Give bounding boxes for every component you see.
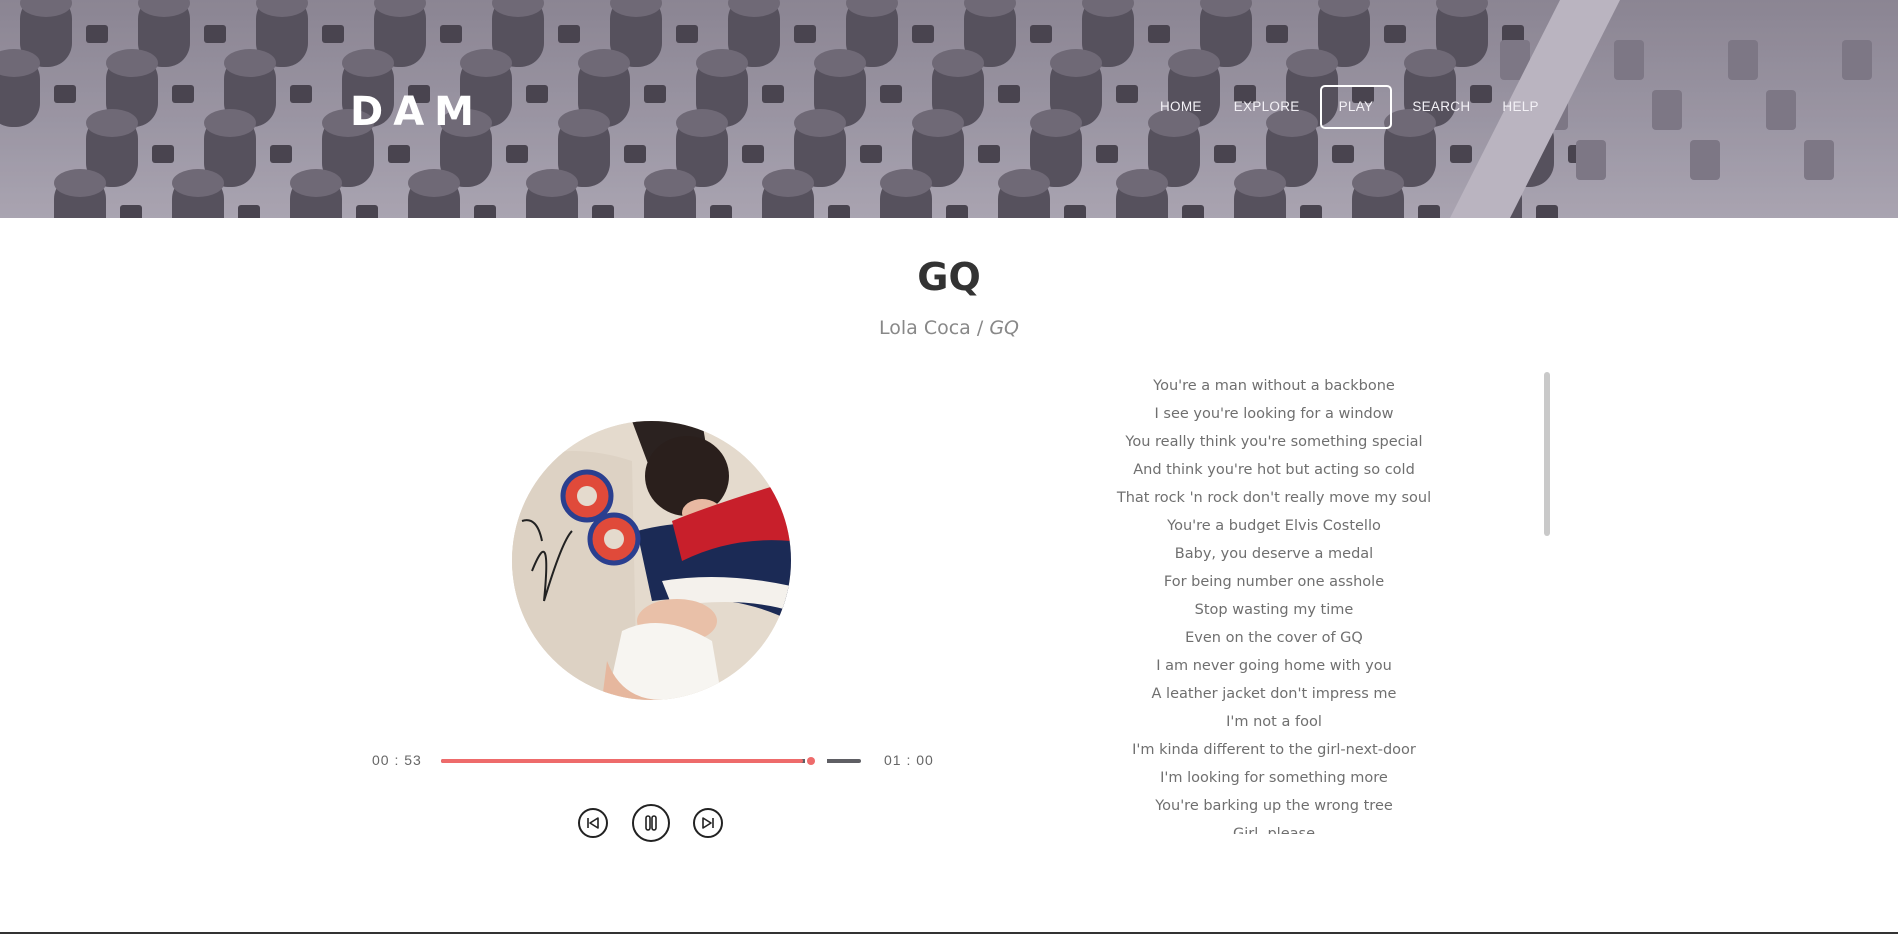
progress-bar[interactable] bbox=[441, 757, 861, 765]
progress-handle[interactable] bbox=[807, 757, 815, 765]
lyric-line: I'm looking for something more bbox=[1160, 770, 1388, 786]
nav-explore[interactable]: EXPLORE bbox=[1222, 85, 1312, 129]
nav-search[interactable]: SEARCH bbox=[1400, 85, 1482, 129]
site-logo[interactable]: DAM bbox=[350, 88, 484, 136]
lyrics-scrollbar[interactable] bbox=[1544, 372, 1550, 536]
main-nav: HOME EXPLORE PLAY SEARCH HELP bbox=[1148, 85, 1559, 129]
album-name[interactable]: GQ bbox=[989, 317, 1019, 339]
lyric-line: You're a man without a backbone bbox=[1153, 378, 1395, 394]
lyric-line: You're barking up the wrong tree bbox=[1155, 798, 1393, 814]
lyric-line: I'm kinda different to the girl-next-doo… bbox=[1132, 742, 1416, 758]
pause-button[interactable] bbox=[632, 804, 670, 842]
nav-help[interactable]: HELP bbox=[1490, 85, 1550, 129]
lyric-line: Even on the cover of GQ bbox=[1185, 630, 1363, 646]
artist-name[interactable]: Lola Coca bbox=[879, 317, 971, 339]
lyric-line: You're a budget Elvis Costello bbox=[1167, 518, 1381, 534]
song-subtitle: Lola Coca / GQ bbox=[0, 314, 1898, 342]
current-time: 00 : 53 bbox=[372, 752, 422, 768]
subtitle-separator: / bbox=[970, 317, 990, 339]
lyric-line: Baby, you deserve a medal bbox=[1174, 546, 1374, 562]
lyric-line: I see you're looking for a window bbox=[1154, 406, 1394, 422]
lyric-line: And think you're hot but acting so cold bbox=[1133, 462, 1415, 478]
lyric-line: A leather jacket don't impress me bbox=[1151, 686, 1397, 702]
album-cover bbox=[512, 421, 791, 700]
lyrics-panel[interactable]: You're a man without a backbone I see yo… bbox=[1094, 372, 1454, 834]
song-title: GQ bbox=[917, 255, 981, 299]
nav-play[interactable]: PLAY bbox=[1319, 85, 1393, 129]
nav-home[interactable]: HOME bbox=[1148, 85, 1214, 129]
skip-back-icon bbox=[587, 817, 599, 829]
hero-banner: DAM HOME EXPLORE PLAY SEARCH HELP bbox=[0, 0, 1898, 218]
lyric-line: That rock 'n rock don't really move my s… bbox=[1116, 490, 1432, 506]
previous-button[interactable] bbox=[578, 808, 608, 838]
pause-icon bbox=[645, 815, 657, 831]
skip-forward-icon bbox=[702, 817, 714, 829]
duration: 01 : 00 bbox=[884, 752, 934, 768]
lyric-line: For being number one asshole bbox=[1163, 574, 1385, 590]
lyric-line: I'm not a fool bbox=[1226, 714, 1322, 730]
lyric-line: You really think you're something specia… bbox=[1125, 434, 1423, 450]
lyric-line: Stop wasting my time bbox=[1194, 602, 1354, 618]
lyric-line: I am never going home with you bbox=[1156, 658, 1392, 674]
lyric-line: Girl, please bbox=[1233, 826, 1315, 834]
progress-fill bbox=[441, 759, 803, 763]
next-button[interactable] bbox=[693, 808, 723, 838]
album-cover-art bbox=[512, 421, 791, 700]
